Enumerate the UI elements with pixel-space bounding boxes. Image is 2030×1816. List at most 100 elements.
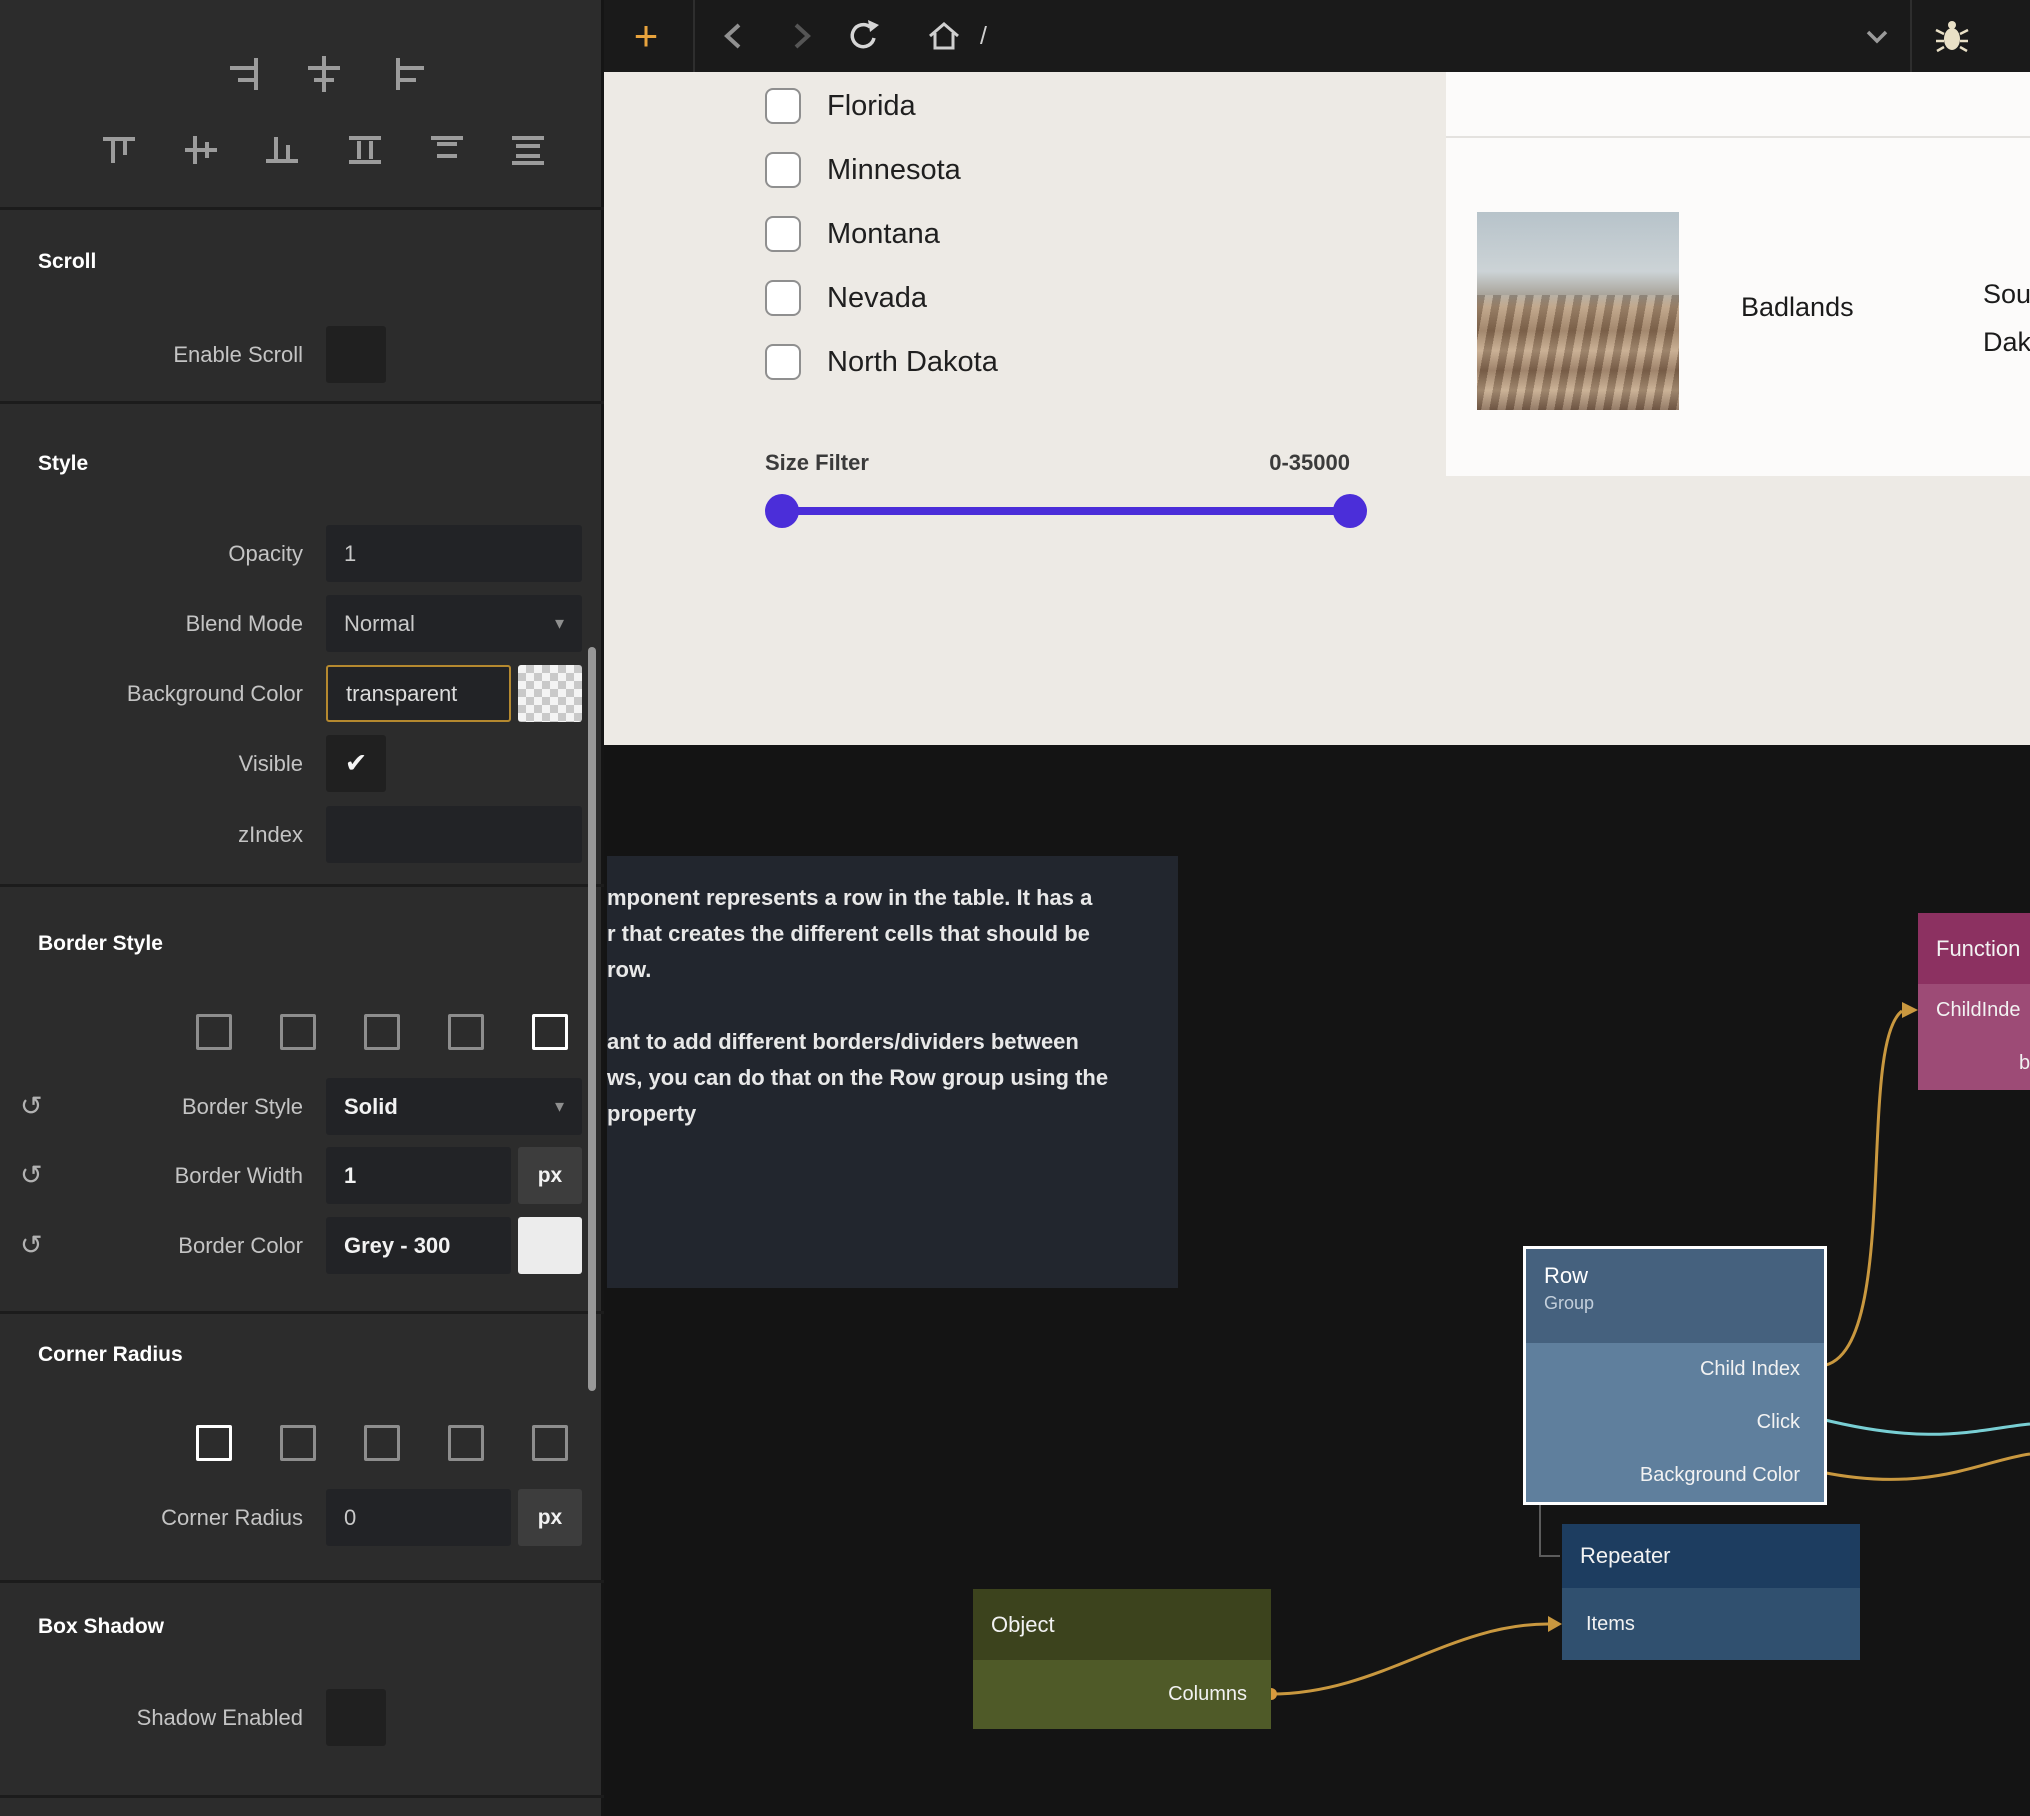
port-click[interactable]: Click	[1526, 1396, 1824, 1449]
corner-radius-unit: px	[518, 1489, 582, 1546]
slider-handle-min[interactable]	[765, 494, 799, 528]
port-child-index[interactable]: Child Index	[1526, 1343, 1824, 1396]
node-object[interactable]: Object Columns	[973, 1589, 1271, 1729]
zindex-input[interactable]	[326, 806, 582, 863]
corner-all-icon	[196, 1425, 232, 1461]
distribute-vertical-icon	[345, 130, 385, 170]
enable-scroll-label: Enable Scroll	[0, 342, 303, 368]
forward-button[interactable]	[780, 16, 820, 56]
corner-radius-label: Corner Radius	[0, 1505, 303, 1531]
align-center-horizontal-button[interactable]	[304, 54, 344, 94]
hierarchy-connector	[1540, 1499, 1560, 1556]
border-all-button[interactable]	[185, 1003, 243, 1061]
border-left-icon	[532, 1014, 568, 1050]
align-middle-button[interactable]	[181, 130, 221, 170]
port-items[interactable]: Items	[1562, 1588, 1860, 1660]
shadow-section-title: Box Shadow	[38, 1615, 164, 1639]
opacity-input[interactable]: 1	[326, 525, 582, 582]
state-label: Nevada	[827, 282, 927, 315]
chevron-down-icon: ▾	[555, 613, 564, 634]
node-function-title: Function	[1918, 913, 2030, 984]
refresh-button[interactable]	[843, 16, 883, 56]
node-repeater-title: Repeater	[1562, 1524, 1860, 1588]
arrowhead-icon	[1902, 1002, 1918, 1018]
node-function[interactable]: Function ChildInde b	[1918, 913, 2030, 1090]
align-left-button[interactable]	[389, 54, 429, 94]
port-childindex[interactable]: ChildInde	[1918, 984, 2030, 1037]
wire-background-color	[1821, 1454, 2030, 1479]
node-row-group[interactable]: Row Group Child Index Click Background C…	[1523, 1246, 1827, 1505]
toolbar-divider	[1910, 0, 1912, 72]
border-all-icon	[196, 1014, 232, 1050]
port-columns[interactable]: Columns	[973, 1660, 1271, 1729]
visible-checkbox[interactable]: ✔	[326, 735, 386, 792]
enable-scroll-checkbox[interactable]	[326, 326, 386, 383]
border-color-label: Border Color	[0, 1233, 303, 1259]
section-divider	[0, 1580, 604, 1583]
add-button[interactable]: +	[622, 10, 670, 62]
back-button[interactable]	[715, 16, 755, 56]
align-right-button[interactable]	[225, 54, 265, 94]
corner-top-left-button[interactable]	[269, 1414, 327, 1472]
corner-bottom-right-button[interactable]	[437, 1414, 495, 1472]
border-right-button[interactable]	[353, 1003, 411, 1061]
reset-icon[interactable]: ↺	[20, 1162, 43, 1189]
reset-icon[interactable]: ↺	[20, 1232, 43, 1259]
refresh-icon	[843, 16, 883, 56]
border-side-selector	[0, 1003, 604, 1061]
state-checkbox[interactable]	[765, 216, 801, 252]
border-section-title: Border Style	[38, 932, 163, 956]
border-color-input[interactable]: Grey - 300	[326, 1217, 511, 1274]
corner-radius-input[interactable]: 0	[326, 1489, 511, 1546]
background-color-input[interactable]: transparent	[326, 665, 511, 722]
preview-menu-button[interactable]	[1857, 16, 1897, 56]
state-checkbox[interactable]	[765, 344, 801, 380]
result-card[interactable]: Badlands Sou Dak	[1446, 72, 2030, 476]
border-bottom-icon	[448, 1014, 484, 1050]
border-color-swatch[interactable]	[518, 1217, 582, 1274]
border-color-row: ↺ Border Color Grey - 300	[0, 1217, 604, 1274]
distribute-vertical-button[interactable]	[345, 130, 385, 170]
home-button[interactable]	[924, 16, 964, 56]
debug-button[interactable]	[1932, 16, 1972, 56]
border-top-button[interactable]	[269, 1003, 327, 1061]
stretch-vertical-button[interactable]	[427, 130, 467, 170]
state-label: North Dakota	[827, 346, 998, 379]
background-color-label: Background Color	[0, 681, 303, 707]
border-style-select[interactable]: Solid ▾	[326, 1078, 582, 1135]
corner-top-right-icon	[364, 1425, 400, 1461]
wire-columns-to-items	[1271, 1624, 1548, 1694]
state-checkbox[interactable]	[765, 152, 801, 188]
align-top-button[interactable]	[99, 130, 139, 170]
node-editor-canvas[interactable]: mponent represents a row in the table. I…	[604, 745, 2030, 1816]
corner-section-title: Corner Radius	[38, 1343, 183, 1367]
corner-all-button[interactable]	[185, 1414, 243, 1472]
border-bottom-button[interactable]	[437, 1003, 495, 1061]
node-repeater[interactable]: Repeater Items	[1562, 1524, 1860, 1660]
port-background-color[interactable]: Background Color	[1526, 1449, 1824, 1502]
size-filter-slider[interactable]	[782, 507, 1350, 515]
state-row: Florida	[765, 88, 916, 124]
blend-mode-select[interactable]: Normal ▾	[326, 595, 582, 652]
reset-icon[interactable]: ↺	[20, 1093, 43, 1120]
panel-scrollbar[interactable]	[588, 647, 596, 1391]
space-evenly-button[interactable]	[508, 130, 548, 170]
size-filter-label: Size Filter	[765, 450, 869, 476]
align-bottom-button[interactable]	[262, 130, 302, 170]
port-partial[interactable]: b	[1918, 1037, 2030, 1090]
state-row: Nevada	[765, 280, 927, 316]
check-icon: ✔	[345, 748, 368, 779]
state-checkbox[interactable]	[765, 88, 801, 124]
blend-mode-row: Blend Mode Normal ▾	[0, 595, 604, 652]
state-checkbox[interactable]	[765, 280, 801, 316]
url-path[interactable]: /	[980, 22, 987, 51]
shadow-enabled-checkbox[interactable]	[326, 1689, 386, 1746]
style-section-title: Style	[38, 452, 88, 476]
slider-handle-max[interactable]	[1333, 494, 1367, 528]
border-left-button[interactable]	[521, 1003, 579, 1061]
border-width-input[interactable]: 1	[326, 1147, 511, 1204]
transparent-swatch[interactable]	[518, 665, 582, 722]
card-subtitle: Sou Dak	[1983, 270, 2030, 366]
corner-bottom-left-button[interactable]	[521, 1414, 579, 1472]
corner-top-right-button[interactable]	[353, 1414, 411, 1472]
